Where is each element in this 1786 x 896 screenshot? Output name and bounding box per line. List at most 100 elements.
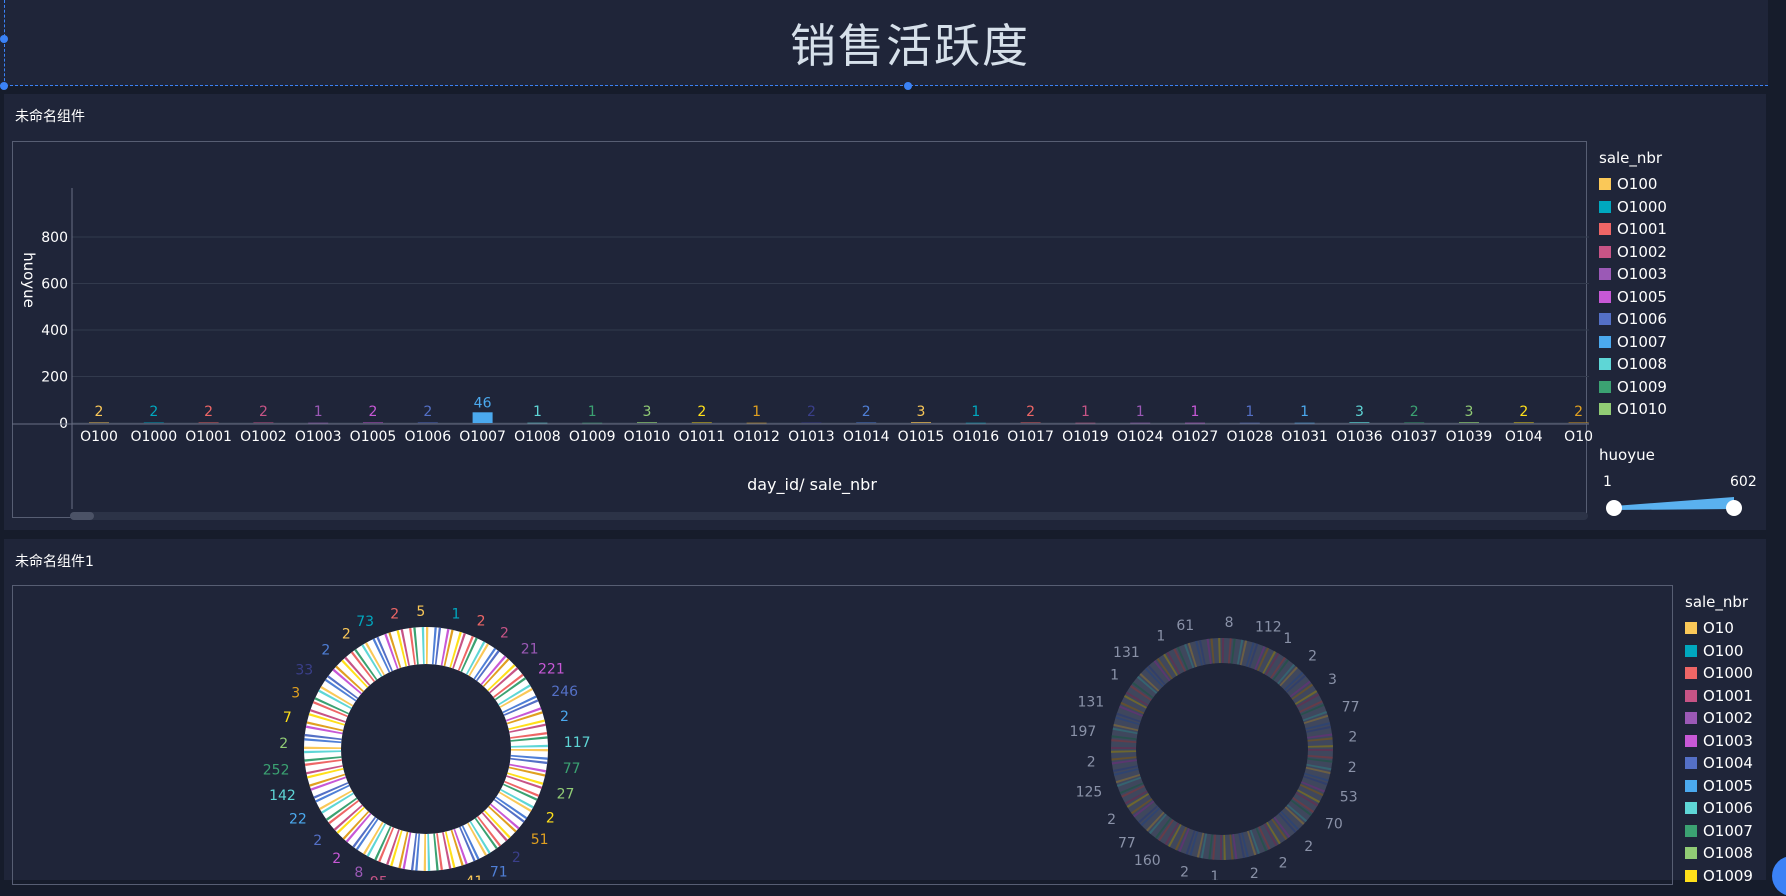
bar[interactable] (198, 422, 219, 424)
slice-label: 2 (1308, 649, 1317, 665)
horizontal-scrollbar[interactable] (70, 512, 1588, 520)
bar[interactable] (1459, 422, 1479, 423)
legend-item[interactable]: O100 (1599, 173, 1667, 196)
x-tick-label: O1002 (240, 429, 287, 445)
legend-swatch (1599, 380, 1611, 393)
legend-item[interactable]: O1001 (1599, 218, 1667, 241)
bar[interactable] (965, 422, 986, 424)
legend-item[interactable]: O1002 (1685, 707, 1753, 730)
bar[interactable] (856, 422, 877, 424)
legend-item[interactable]: O1009 (1599, 376, 1667, 399)
x-tick-label: O1009 (569, 429, 616, 445)
pie-chart: 5122212212462117772725127141216166958222… (263, 604, 1360, 880)
bar[interactable] (1404, 422, 1425, 424)
bar-value-label: 2 (369, 404, 378, 420)
legend-item[interactable]: O1000 (1685, 662, 1753, 685)
slice-label: 221 (538, 661, 565, 677)
legend-label: O10 (1703, 619, 1734, 638)
resize-handle-bottom-left[interactable] (0, 82, 8, 90)
legend-swatch (1599, 268, 1611, 281)
legend-label: O1005 (1617, 287, 1667, 306)
bar[interactable] (1130, 422, 1151, 424)
legend-label: O1001 (1617, 220, 1667, 239)
legend-swatch (1685, 824, 1697, 837)
legend-item[interactable]: O1000 (1599, 196, 1667, 219)
legend-item[interactable]: O1006 (1599, 308, 1667, 331)
slice-label: 112 (1255, 619, 1282, 635)
legend-item[interactable]: O1008 (1685, 842, 1753, 865)
slice-label: 2 (279, 736, 288, 752)
bar[interactable] (1075, 422, 1096, 424)
x-tick-label: O100 (80, 429, 118, 445)
bar[interactable] (746, 422, 767, 424)
bar[interactable] (1294, 422, 1315, 424)
legend-item[interactable]: O10 (1685, 617, 1753, 640)
dashboard-header[interactable]: 销售活跃度 (0, 0, 1768, 86)
bar-chart-panel[interactable]: 未命名组件 0 200 400 600 800 huoyue 2 O100 2 O1000 2 O10… (4, 94, 1766, 530)
legend-item[interactable]: O1001 (1685, 685, 1753, 708)
bar[interactable] (911, 422, 931, 423)
legend-label: O1002 (1617, 242, 1667, 261)
legend-swatch (1685, 734, 1697, 747)
resize-handle-bottom[interactable] (904, 82, 912, 90)
legend-item[interactable]: O1007 (1599, 331, 1667, 354)
bar[interactable] (143, 422, 164, 424)
bar[interactable] (1185, 422, 1205, 424)
legend-item[interactable]: O100 (1685, 640, 1753, 663)
visual-map-slider[interactable] (1599, 489, 1749, 519)
bar-value-label: 2 (1410, 404, 1419, 420)
bar[interactable] (527, 422, 548, 424)
bar[interactable] (472, 412, 493, 423)
bar-chart: 0200400600800huoyue2O1002O10002O10012O10… (12, 188, 1593, 509)
bar-value-label: 46 (474, 395, 492, 411)
legend-label: O100 (1617, 175, 1658, 194)
legend-item[interactable]: O1007 (1685, 820, 1753, 843)
bar-value-label: 2 (807, 404, 816, 420)
bar[interactable] (1349, 422, 1370, 423)
visual-map-handle-min[interactable] (1606, 500, 1622, 516)
bar-value-label: 1 (1191, 404, 1200, 420)
x-tick-label: O1015 (898, 429, 945, 445)
legend-item[interactable]: O1002 (1599, 241, 1667, 264)
page-title: 销售活跃度 (790, 19, 1030, 73)
visual-map-range (1614, 497, 1734, 510)
pie-chart-panel[interactable]: 未命名组件1 512221221246211777272512714121616… (4, 539, 1766, 885)
legend-swatch (1599, 200, 1611, 213)
legend-item[interactable]: O1009 (1685, 865, 1753, 888)
legend-item[interactable]: O1004 (1685, 752, 1753, 775)
legend-label: O1006 (1703, 799, 1753, 818)
legend-label: O1002 (1703, 709, 1753, 728)
legend-item[interactable]: O1006 (1685, 797, 1753, 820)
floating-action-button[interactable] (1772, 856, 1786, 896)
bar[interactable] (1513, 422, 1534, 424)
slice-label: 2 (390, 607, 399, 623)
legend-item[interactable]: O1003 (1599, 263, 1667, 286)
bar[interactable] (637, 422, 657, 423)
legend-item[interactable]: O1005 (1599, 286, 1667, 309)
slice-label: 2 (1087, 755, 1096, 771)
slice-label: 2 (477, 614, 486, 630)
resize-handle-left[interactable] (0, 35, 8, 43)
legend-item[interactable]: O1005 (1685, 775, 1753, 798)
bar[interactable] (89, 422, 109, 424)
bar[interactable] (1020, 422, 1041, 424)
legend-item[interactable]: O1003 (1685, 730, 1753, 753)
bar[interactable] (691, 422, 712, 424)
visual-map-handle-max[interactable] (1726, 500, 1742, 516)
bar[interactable] (801, 422, 822, 424)
x-tick-label: O1014 (843, 429, 890, 445)
legend-item[interactable]: O1008 (1599, 353, 1667, 376)
bar[interactable] (363, 422, 383, 424)
bar-value-label: 1 (1136, 404, 1145, 420)
slice-label: 70 (1325, 816, 1343, 832)
bar[interactable] (253, 422, 274, 424)
bar[interactable] (1239, 422, 1260, 424)
legend-item[interactable]: O1010 (1599, 398, 1667, 421)
bar[interactable] (1568, 422, 1589, 424)
slice-label: 33 (295, 662, 313, 678)
scrollbar-thumb[interactable] (70, 512, 94, 520)
bar[interactable] (417, 422, 438, 424)
bar[interactable] (582, 422, 603, 424)
bar[interactable] (308, 422, 329, 424)
slice-label: 2 (1348, 760, 1357, 776)
